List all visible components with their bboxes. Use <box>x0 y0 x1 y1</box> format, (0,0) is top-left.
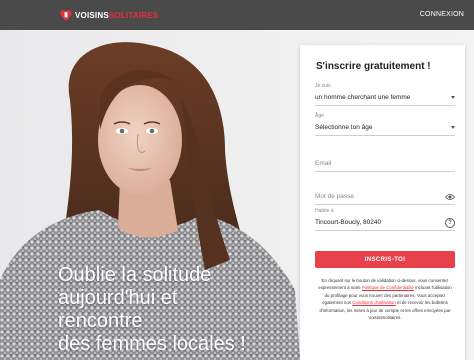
brand-name-accent: SOLITAIRES <box>108 10 159 20</box>
seeking-field[interactable]: Je suis un homme cherchant une femme <box>315 83 455 106</box>
hero-line-1: Oublie la solitude <box>58 264 212 286</box>
age-value: Sélectionne ton âge <box>315 124 373 131</box>
hero-line-3: rencontre <box>58 310 143 332</box>
seeking-select[interactable]: un homme cherchant une femme <box>315 90 455 106</box>
seeking-value: un homme cherchant une femme <box>315 94 411 101</box>
caret-down-icon <box>451 126 455 129</box>
login-link[interactable]: CONNEXION <box>420 11 464 18</box>
email-input[interactable]: Email <box>315 156 455 172</box>
location-label: Habite à <box>315 208 334 214</box>
password-input[interactable]: Mot de passe <box>315 189 455 205</box>
email-placeholder: Email <box>315 160 332 167</box>
legal-notice: En cliquant sur le bouton de validation … <box>316 277 454 321</box>
signup-form: S'inscrire gratuitement ! Je suis un hom… <box>300 45 465 360</box>
hero-headline: Oublie la solitude aujourd'hui et rencon… <box>58 264 298 356</box>
signup-title: S'inscrire gratuitement ! <box>316 61 431 72</box>
location-field[interactable]: Habite à Tincourt-Boucly, 80240 ? <box>315 208 455 231</box>
signup-submit-button[interactable]: INSCRIS-TOI <box>315 251 455 268</box>
password-placeholder: Mot de passe <box>315 193 355 200</box>
age-select[interactable]: Sélectionne ton âge <box>315 120 455 136</box>
logo-heart-icon <box>60 9 72 22</box>
hero-line-4: des femmes locales ! <box>58 333 246 355</box>
brand-name: VOISINSSOLITAIRES <box>75 11 158 20</box>
age-field[interactable]: Âge Sélectionne ton âge <box>315 113 455 136</box>
age-label: Âge <box>315 113 324 119</box>
terms-link[interactable]: Conditions d'utilisation <box>352 300 396 305</box>
brand-name-main: VOISINS <box>75 10 109 20</box>
seeking-label: Je suis <box>315 83 331 89</box>
password-field[interactable]: Mot de passe <box>315 182 455 205</box>
help-icon[interactable]: ? <box>445 217 455 228</box>
hero-line-2: aujourd'hui et <box>58 287 178 309</box>
brand-logo[interactable]: VOISINSSOLITAIRES <box>60 8 158 22</box>
top-nav-bar: VOISINSSOLITAIRES CONNEXION <box>0 0 474 30</box>
privacy-policy-link[interactable]: Politique de Confidentialité <box>362 285 414 290</box>
location-value: Tincourt-Boucly, 80240 <box>315 219 382 226</box>
location-input[interactable]: Tincourt-Boucly, 80240 ? <box>315 215 455 231</box>
caret-down-icon <box>451 96 455 99</box>
email-field[interactable]: Email <box>315 149 455 172</box>
eye-icon[interactable] <box>445 192 455 202</box>
